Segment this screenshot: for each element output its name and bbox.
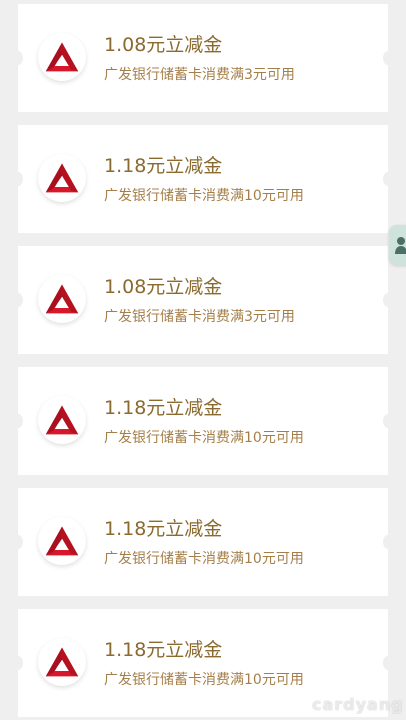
coupon-description: 广发银行储蓄卡消费满10元可用 [104,672,304,688]
coupon-description: 广发银行储蓄卡消费满3元可用 [104,309,295,325]
coupon-description: 广发银行储蓄卡消费满10元可用 [104,551,304,567]
cgb-logo-icon [38,154,86,202]
coupon-title: 1.08元立减金 [104,276,223,298]
coupon-card[interactable]: 1.18元立减金 广发银行储蓄卡消费满10元可用 [13,488,393,596]
left-notch [13,535,23,549]
cgb-logo-icon [38,517,86,565]
watermark-text: cardyang [312,695,404,714]
coupon-card[interactable]: 1.18元立减金 广发银行储蓄卡消费满10元可用 [13,367,393,475]
right-notch [383,535,393,549]
coupon-title: 1.18元立减金 [104,639,223,661]
coupon-card[interactable]: 1.08元立减金 广发银行储蓄卡消费满3元可用 [13,4,393,112]
left-notch [13,51,23,65]
cgb-triangle-logo-icon [45,647,79,677]
coupon-card[interactable]: 1.08元立减金 广发银行储蓄卡消费满3元可用 [13,246,393,354]
right-notch [383,172,393,186]
left-notch [13,172,23,186]
cgb-triangle-logo-icon [45,163,79,193]
right-notch [383,414,393,428]
right-notch [383,656,393,670]
cgb-logo-icon [38,33,86,81]
coupon-title: 1.18元立减金 [104,155,223,177]
coupon-title: 1.18元立减金 [104,518,223,540]
cgb-triangle-logo-icon [45,526,79,556]
right-notch [383,51,393,65]
coupon-description: 广发银行储蓄卡消费满10元可用 [104,430,304,446]
cgb-triangle-logo-icon [45,284,79,314]
right-notch [383,293,393,307]
coupon-card[interactable]: 1.18元立减金 广发银行储蓄卡消费满10元可用 [13,125,393,233]
floating-assistant-button[interactable] [389,225,406,265]
left-notch [13,414,23,428]
cgb-logo-icon [38,275,86,323]
coupon-title: 1.18元立减金 [104,397,223,419]
cgb-logo-icon [38,396,86,444]
cgb-triangle-logo-icon [45,405,79,435]
coupon-description: 广发银行储蓄卡消费满10元可用 [104,188,304,204]
cgb-triangle-logo-icon [45,42,79,72]
coupon-list: 1.08元立减金 广发银行储蓄卡消费满3元可用 1.18元立减金 广发银行储蓄卡… [0,0,406,720]
coupon-title: 1.08元立减金 [104,34,223,56]
cgb-logo-icon [38,638,86,686]
floating-assistant-icon [395,237,406,254]
left-notch [13,656,23,670]
coupon-description: 广发银行储蓄卡消费满3元可用 [104,67,295,83]
left-notch [13,293,23,307]
